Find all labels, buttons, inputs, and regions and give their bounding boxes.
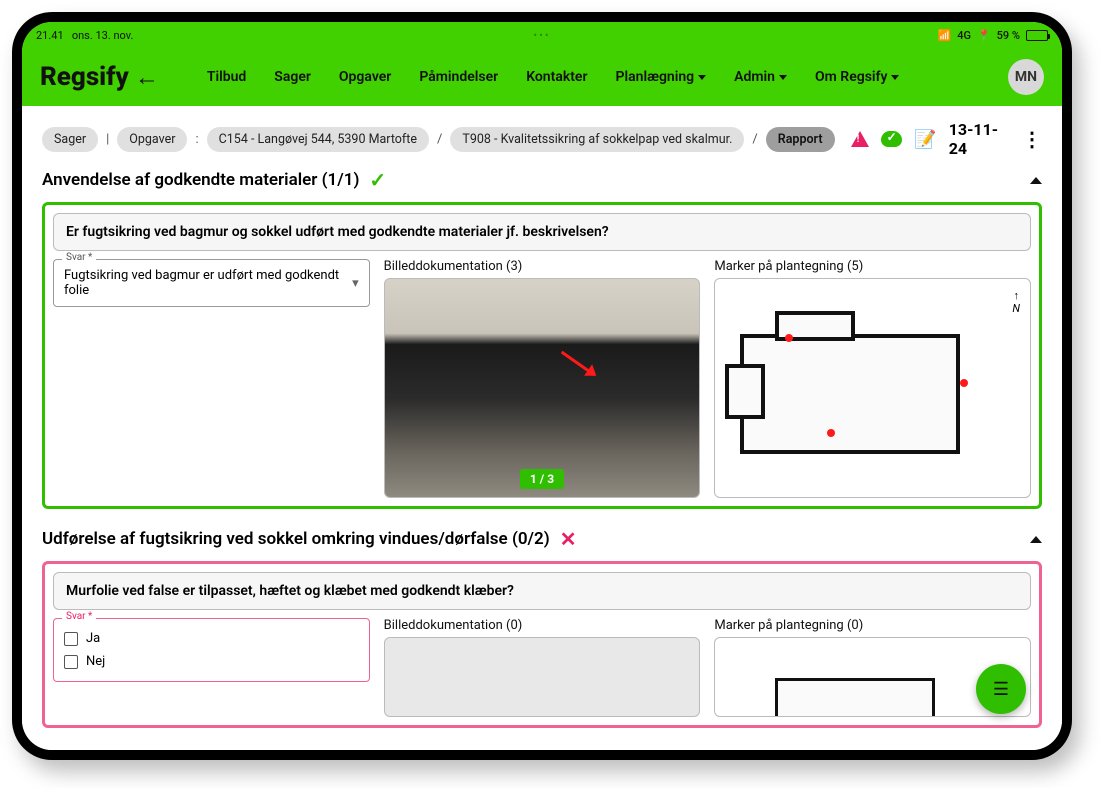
photo-documentation-empty[interactable] bbox=[384, 637, 701, 717]
checkbox-label: Nej bbox=[86, 654, 105, 669]
section1-header[interactable]: Anvendelse af godkendte materialer (1/1)… bbox=[42, 168, 1042, 192]
status-bar: 21.41 ons. 13. nov. ••• 📶 4G 📍 59 % bbox=[22, 22, 1062, 48]
section2-question: Murfolie ved false er tilpasset, hæftet … bbox=[53, 572, 1031, 610]
network-label: 4G bbox=[957, 29, 971, 42]
answer-value: Fugtsikring ved bagmur er udført med god… bbox=[64, 268, 352, 298]
breadcrumb: Sager | Opgaver : C154 - Langøvej 544, 5… bbox=[42, 120, 1042, 158]
nav-admin[interactable]: Admin bbox=[734, 69, 787, 85]
crumb-case[interactable]: C154 - Langøvej 544, 5390 Martofte bbox=[207, 127, 429, 152]
status-time: 21.41 bbox=[36, 29, 64, 42]
photo-counter-badge: 1 / 3 bbox=[520, 469, 564, 489]
crumb-task[interactable]: T908 - Kvalitetssikring af sokkelpap ved… bbox=[450, 127, 744, 152]
signal-icon: 📶 bbox=[938, 29, 952, 42]
report-date: 13-11-24 bbox=[949, 120, 1010, 158]
battery-icon bbox=[1026, 30, 1048, 41]
collapse-icon[interactable] bbox=[1030, 177, 1042, 184]
checkbox-icon bbox=[64, 655, 78, 669]
answer-select[interactable]: Svar * Fugtsikring ved bagmur er udført … bbox=[53, 259, 370, 307]
section2-header[interactable]: Udførelse af fugtsikring ved sokkel omkr… bbox=[42, 527, 1042, 551]
status-date: ons. 13. nov. bbox=[72, 29, 134, 42]
nav-pamindelser[interactable]: Påmindelser bbox=[419, 69, 498, 85]
checkbox-ja[interactable]: Ja bbox=[64, 627, 359, 650]
compass-icon: ↑N bbox=[1012, 289, 1020, 315]
list-icon: ☰ bbox=[993, 679, 1009, 700]
section2-count: (0/2) bbox=[512, 529, 550, 549]
nav-sager[interactable]: Sager bbox=[274, 69, 311, 85]
battery-pct: 59 % bbox=[997, 29, 1020, 42]
cloud-synced-icon[interactable] bbox=[881, 131, 903, 147]
collapse-icon[interactable] bbox=[1030, 536, 1042, 543]
section1-count: (1/1) bbox=[322, 170, 360, 190]
avatar[interactable]: MN bbox=[1008, 59, 1044, 95]
more-menu-icon[interactable]: ⋮ bbox=[1022, 127, 1042, 151]
warning-icon[interactable] bbox=[851, 131, 869, 147]
chevron-down-icon bbox=[698, 75, 706, 80]
x-icon: ✕ bbox=[560, 527, 577, 551]
chevron-down-icon bbox=[779, 75, 787, 80]
section2-panel: Murfolie ved false er tilpasset, hæftet … bbox=[42, 561, 1042, 728]
map-pin-icon: 📍 bbox=[977, 29, 991, 42]
notes-icon[interactable]: 📝 bbox=[914, 129, 936, 150]
photo-label: Billeddokumentation (3) bbox=[384, 259, 701, 274]
checkbox-icon bbox=[64, 632, 78, 646]
nav-planlaegning[interactable]: Planlægning bbox=[616, 69, 707, 85]
nav-om[interactable]: Om Regsify bbox=[815, 69, 899, 85]
section1-question: Er fugtsikring ved bagmur og sokkel udfø… bbox=[53, 213, 1031, 251]
photo-documentation[interactable]: 1 / 3 bbox=[384, 278, 701, 498]
checkbox-label: Ja bbox=[86, 631, 100, 646]
marker-dot bbox=[960, 379, 968, 387]
chevron-down-icon bbox=[891, 75, 899, 80]
fab-list-button[interactable]: ☰ bbox=[976, 664, 1026, 714]
annotation-arrow-icon bbox=[560, 351, 594, 376]
nav-kontakter[interactable]: Kontakter bbox=[526, 69, 587, 85]
section2-title: Udførelse af fugtsikring ved sokkel omkr… bbox=[42, 529, 508, 549]
answer-label: Svar * bbox=[62, 252, 96, 263]
answer-label: Svar * bbox=[62, 611, 96, 622]
crumb-sep: | bbox=[106, 132, 109, 147]
brand-home[interactable]: Regsify ← bbox=[40, 62, 159, 92]
chevron-down-icon: ▾ bbox=[352, 276, 359, 291]
multitask-dots[interactable]: ••• bbox=[533, 29, 550, 42]
photo-label: Billeddokumentation (0) bbox=[384, 618, 701, 633]
crumb-sager[interactable]: Sager bbox=[42, 127, 98, 152]
brand-label: Regsify bbox=[40, 62, 129, 92]
plan-label: Marker på plantegning (5) bbox=[714, 259, 1031, 274]
nav-tilbud[interactable]: Tilbud bbox=[207, 69, 246, 85]
checkbox-nej[interactable]: Nej bbox=[64, 650, 359, 673]
plan-label: Marker på plantegning (0) bbox=[714, 618, 1031, 633]
back-arrow-icon: ← bbox=[135, 63, 159, 92]
section1-title: Anvendelse af godkendte materialer bbox=[42, 170, 317, 190]
crumb-opgaver[interactable]: Opgaver bbox=[117, 127, 187, 152]
answer-checkbox-group: Svar * Ja Nej bbox=[53, 618, 370, 682]
section1-panel: Er fugtsikring ved bagmur og sokkel udfø… bbox=[42, 202, 1042, 509]
crumb-rapport[interactable]: Rapport bbox=[766, 127, 835, 152]
check-icon: ✓ bbox=[369, 168, 386, 192]
floorplan-marker[interactable]: ↑N bbox=[714, 278, 1031, 498]
nav-opgaver[interactable]: Opgaver bbox=[339, 69, 391, 85]
top-nav: Regsify ← Tilbud Sager Opgaver Påmindels… bbox=[22, 48, 1062, 106]
